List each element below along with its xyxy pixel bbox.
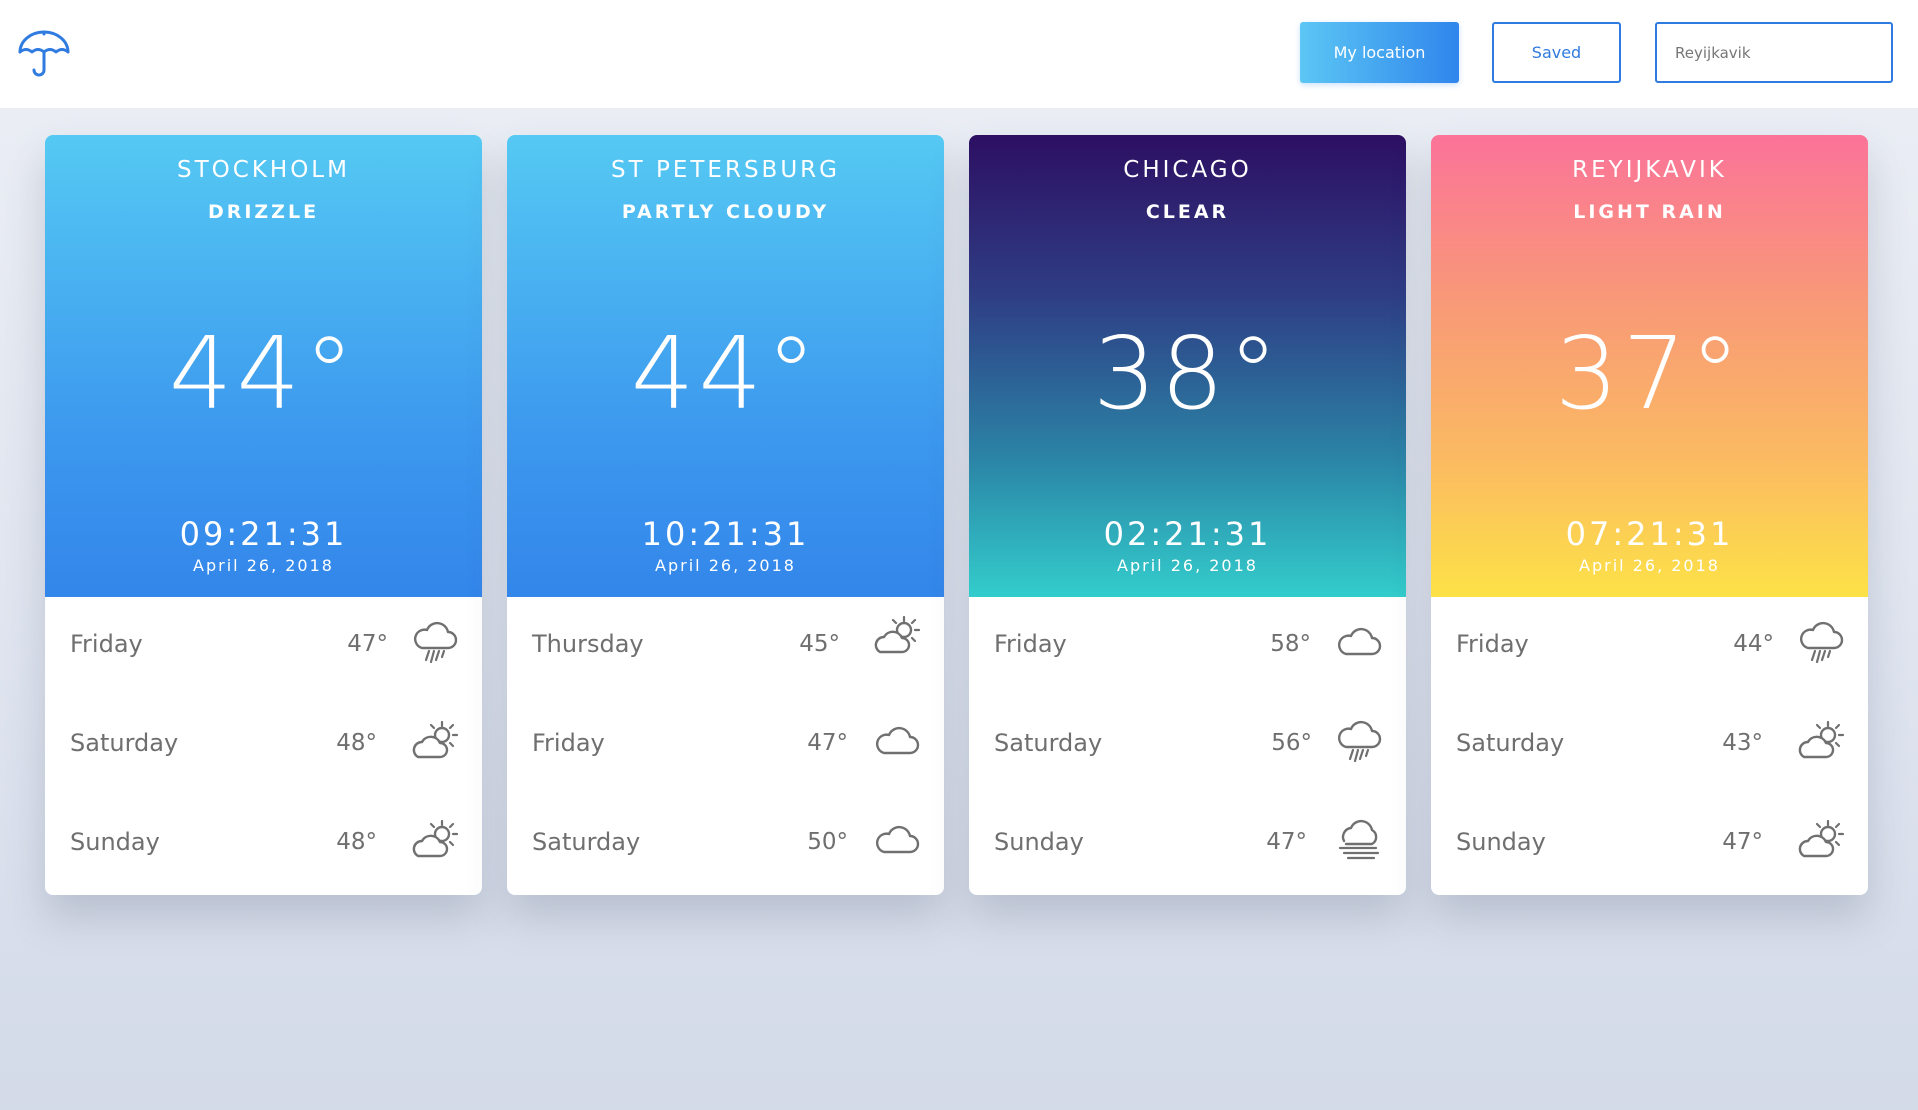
local-date: April 26, 2018 [1117,556,1258,575]
saved-button[interactable]: Saved [1492,22,1621,83]
condition-label: CLEAR [1145,201,1230,223]
forecast-row: Sunday 48° [45,812,482,872]
card-header: STOCKHOLM DRIZZLE 44° 09:21:31 April 26,… [45,135,482,597]
forecast-list: Friday 47° Saturday 48° Sunday 48° [45,597,482,895]
forecast-day: Thursday [532,630,644,658]
local-date: April 26, 2018 [655,556,796,575]
forecast-temp: 58° [1270,631,1311,657]
city-name: CHICAGO [1123,157,1252,183]
current-temperature: 38° [1092,315,1283,432]
forecast-temp: 48° [336,829,377,855]
forecast-temp: 47° [1266,829,1307,855]
weather-card-chicago[interactable]: CHICAGO CLEAR 38° 02:21:31 April 26, 201… [969,135,1406,895]
condition-label: DRIZZLE [207,201,320,223]
forecast-row: Friday 58° [969,614,1406,674]
rain-cloud-icon [1334,719,1384,763]
my-location-button[interactable]: My location [1300,22,1459,83]
condition-label: LIGHT RAIN [1573,201,1726,223]
forecast-temp: 50° [807,829,848,855]
forecast-row: Sunday 47° [1431,812,1868,872]
current-temperature: 37° [1554,315,1745,432]
forecast-temp: 47° [347,631,388,657]
forecast-temp: 56° [1271,730,1312,756]
forecast-day: Sunday [70,828,160,856]
forecast-row: Friday 47° [45,614,482,674]
forecast-day: Saturday [532,828,641,856]
forecast-temp: 45° [799,631,840,657]
forecast-day: Saturday [994,729,1103,757]
umbrella-icon[interactable] [16,26,72,82]
forecast-temp: 48° [336,730,377,756]
forecast-day: Sunday [994,828,1084,856]
forecast-row: Saturday 48° [45,713,482,773]
forecast-day: Friday [1456,630,1529,658]
partly-cloudy-icon [410,719,460,763]
partly-cloudy-icon [872,614,922,658]
partly-cloudy-icon [1796,818,1846,862]
forecast-row: Friday 44° [1431,614,1868,674]
weather-card-stockholm[interactable]: STOCKHOLM DRIZZLE 44° 09:21:31 April 26,… [45,135,482,895]
cloud-icon [872,818,922,862]
forecast-day: Saturday [1456,729,1565,757]
fog-icon [1334,818,1384,862]
forecast-day: Sunday [1456,828,1546,856]
local-time: 10:21:31 [641,515,810,553]
cloud-icon [872,719,922,763]
weather-card-reyijkavik[interactable]: REYIJKAVIK LIGHT RAIN 37° 07:21:31 April… [1431,135,1868,895]
forecast-temp: 47° [1722,829,1763,855]
rain-cloud-icon [1796,620,1846,664]
local-date: April 26, 2018 [193,556,334,575]
forecast-day: Friday [532,729,605,757]
forecast-row: Saturday 43° [1431,713,1868,773]
rain-cloud-icon [410,620,460,664]
top-bar: My location Saved [0,0,1918,108]
forecast-day: Saturday [70,729,179,757]
card-header: CHICAGO CLEAR 38° 02:21:31 April 26, 201… [969,135,1406,597]
forecast-row: Saturday 56° [969,713,1406,773]
card-header: REYIJKAVIK LIGHT RAIN 37° 07:21:31 April… [1431,135,1868,597]
forecast-row: Friday 47° [507,713,944,773]
partly-cloudy-icon [1796,719,1846,763]
forecast-row: Saturday 50° [507,812,944,872]
local-time: 09:21:31 [179,515,348,553]
local-time: 07:21:31 [1565,515,1734,553]
forecast-list: Friday 44° Saturday 43° Sunday 47° [1431,597,1868,895]
current-temperature: 44° [630,315,821,432]
forecast-day: Friday [70,630,143,658]
weather-card-st-petersburg[interactable]: ST PETERSBURG PARTLY CLOUDY 44° 10:21:31… [507,135,944,895]
search-input[interactable] [1655,22,1893,83]
card-header: ST PETERSBURG PARTLY CLOUDY 44° 10:21:31… [507,135,944,597]
current-temperature: 44° [168,315,359,432]
forecast-temp: 44° [1733,631,1774,657]
local-time: 02:21:31 [1103,515,1272,553]
forecast-list: Thursday 45° Friday 47° Saturday 50° [507,597,944,895]
cloud-icon [1334,620,1384,664]
city-name: REYIJKAVIK [1572,157,1727,183]
forecast-list: Friday 58° Saturday 56° Sunday 47° [969,597,1406,895]
forecast-row: Thursday 45° [507,614,944,674]
forecast-temp: 43° [1722,730,1763,756]
city-name: ST PETERSBURG [611,157,840,183]
local-date: April 26, 2018 [1579,556,1720,575]
forecast-row: Sunday 47° [969,812,1406,872]
forecast-temp: 47° [807,730,848,756]
forecast-day: Friday [994,630,1067,658]
city-name: STOCKHOLM [177,157,350,183]
condition-label: PARTLY CLOUDY [621,201,830,223]
partly-cloudy-icon [410,818,460,862]
